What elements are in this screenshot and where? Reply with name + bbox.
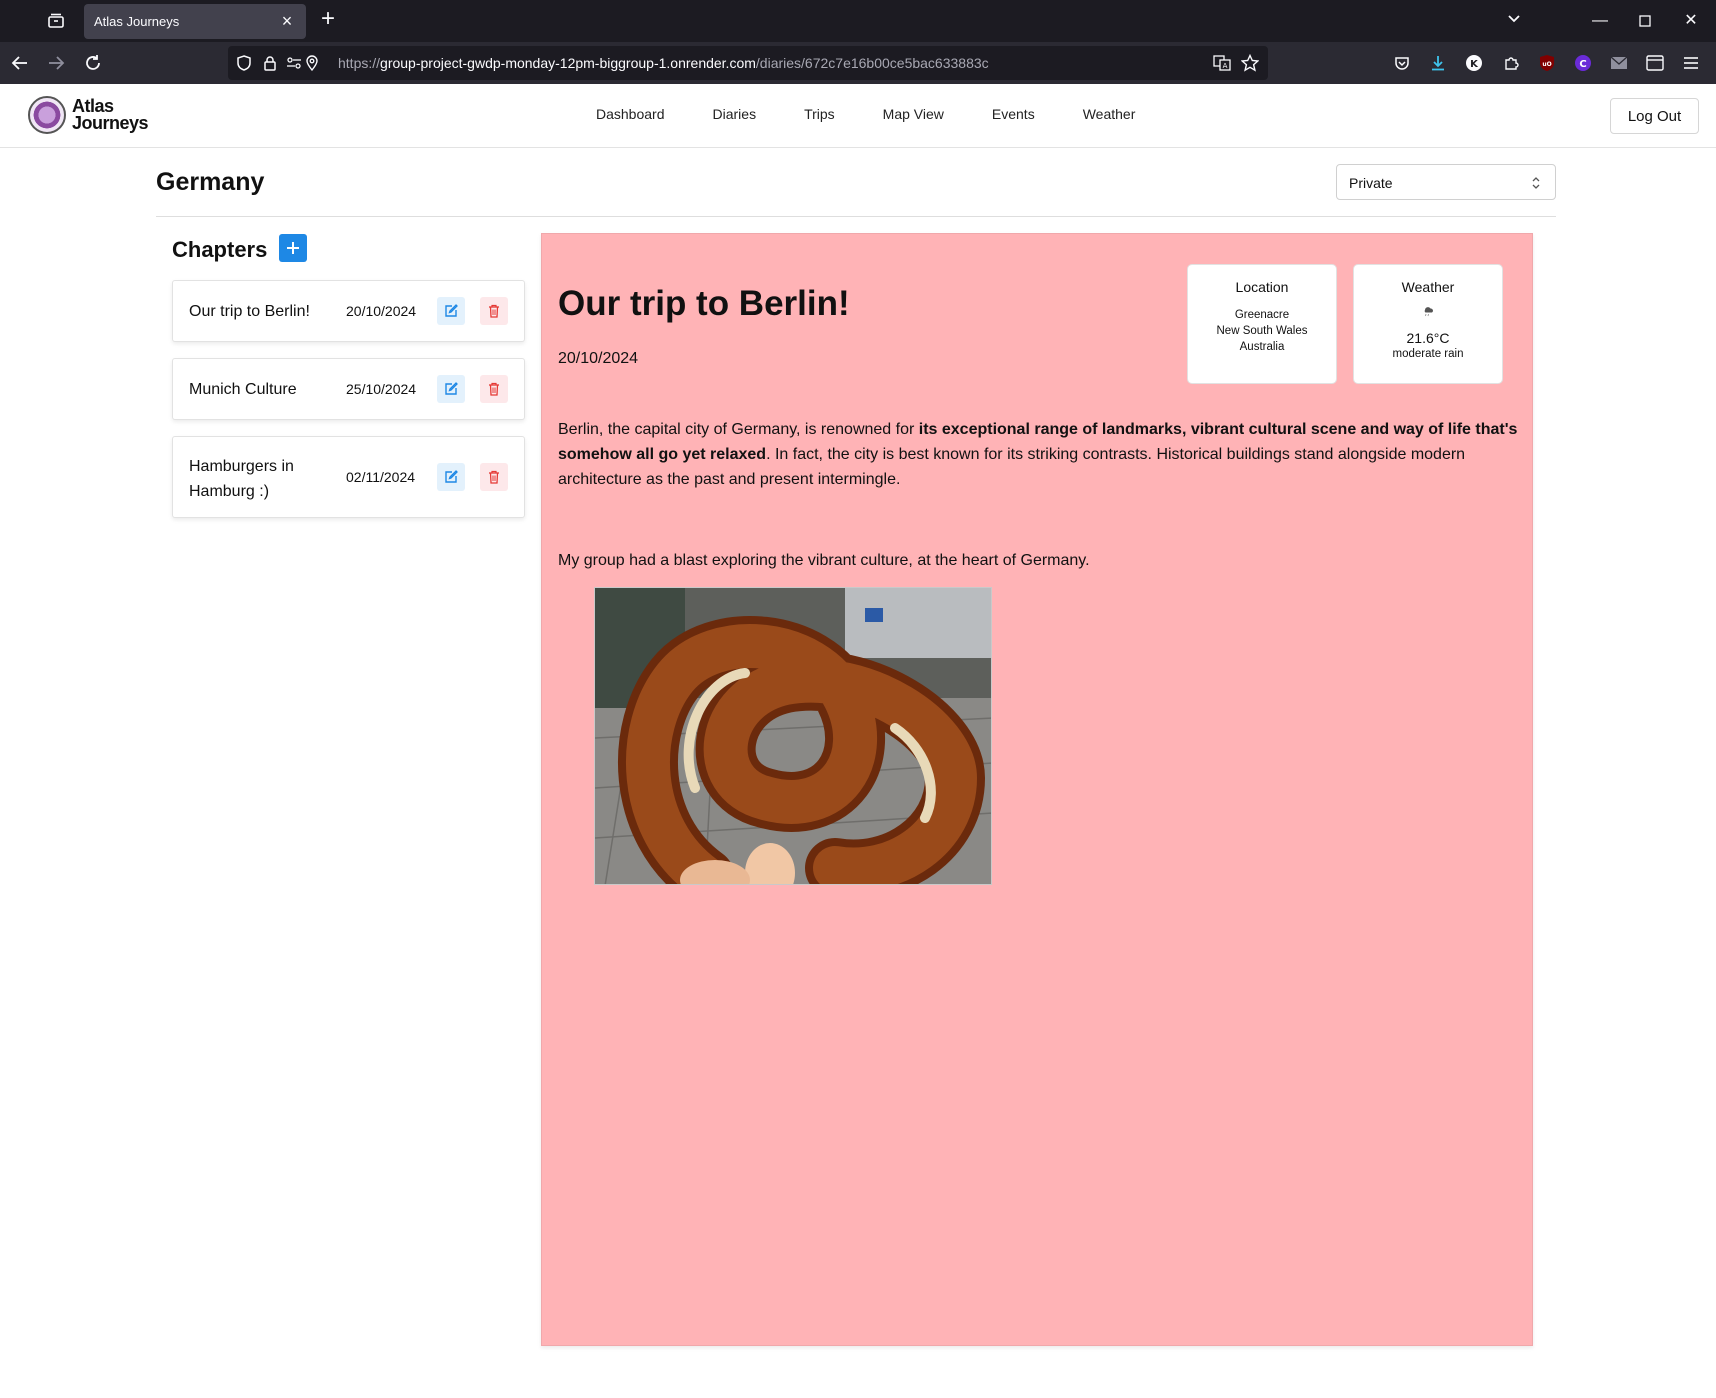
url-scheme: https:// [338, 55, 381, 71]
app-header: Atlas Journeys Dashboard Diaries Trips M… [0, 84, 1716, 148]
downloads-icon[interactable] [1426, 51, 1450, 75]
extensions-puzzle-icon[interactable] [1499, 51, 1523, 75]
svg-text:C: C [1579, 59, 1586, 70]
chapter-name[interactable]: Hamburgers in Hamburg :) [189, 454, 329, 504]
main-nav: Dashboard Diaries Trips Map View Events … [596, 106, 1183, 122]
chapter-paragraph-2: My group had a blast exploring the vibra… [558, 552, 1090, 569]
lock-icon[interactable] [261, 54, 279, 72]
chapter-paragraph-1: Berlin, the capital city of Germany, is … [558, 417, 1518, 492]
chapter-card[interactable]: Our trip to Berlin! 20/10/2024 [172, 280, 525, 342]
translate-icon[interactable]: A [1213, 54, 1231, 72]
nav-map-view[interactable]: Map View [883, 106, 944, 122]
tab-list-chevron-icon[interactable] [1506, 11, 1526, 31]
logo-globe-icon [28, 96, 66, 134]
extension-c-icon[interactable]: C [1571, 51, 1595, 75]
rain-cloud-icon [1424, 307, 1433, 317]
location-state: New South Wales [1216, 325, 1308, 337]
location-country: Australia [1239, 341, 1285, 353]
visibility-value: Private [1349, 175, 1393, 191]
plus-icon [287, 242, 299, 254]
chapter-entry-date: 20/10/2024 [558, 350, 639, 367]
chapter-title: Our trip to Berlin! [558, 284, 850, 323]
mail-icon[interactable] [1607, 51, 1631, 75]
edit-chapter-button[interactable] [437, 463, 465, 491]
nav-trips[interactable]: Trips [804, 106, 835, 122]
back-icon[interactable] [8, 51, 32, 75]
new-tab-icon[interactable]: + [316, 7, 340, 32]
svg-text:uO: uO [1542, 61, 1551, 68]
edit-chapter-button[interactable] [437, 297, 465, 325]
edit-icon [445, 470, 458, 483]
logo-line-2: Journeys [72, 113, 149, 133]
bookmark-star-icon[interactable] [1241, 54, 1259, 72]
chapter-card[interactable]: Munich Culture 25/10/2024 [172, 358, 525, 420]
chapter-date: 02/11/2024 [346, 469, 416, 485]
minimize-window-icon[interactable]: — [1588, 9, 1612, 33]
weather-card: Weather 21.6°C moderate rain [1353, 264, 1503, 384]
browser-nav-bar: https://group-project-gwdp-monday-12pm-b… [0, 42, 1716, 84]
weather-label: Weather [1401, 279, 1455, 295]
pocket-icon[interactable] [1390, 51, 1414, 75]
nav-weather[interactable]: Weather [1083, 106, 1136, 122]
svg-text:K: K [1470, 59, 1479, 70]
tab-groups-icon[interactable] [44, 10, 68, 32]
chapter-date: 25/10/2024 [346, 381, 417, 397]
nav-dashboard[interactable]: Dashboard [596, 106, 665, 122]
url-host: group-project-gwdp-monday-12pm-biggroup-… [380, 55, 756, 71]
nav-diaries[interactable]: Diaries [713, 106, 757, 122]
edit-icon [445, 304, 458, 317]
weather-condition: moderate rain [1392, 348, 1464, 360]
browser-tab[interactable]: Atlas Journeys × [84, 4, 306, 39]
trash-icon [489, 382, 499, 396]
menu-hamburger-icon[interactable] [1679, 51, 1703, 75]
log-out-button[interactable]: Log Out [1610, 98, 1699, 134]
select-chevron-icon [1532, 177, 1540, 189]
visibility-select[interactable]: Private [1336, 164, 1556, 200]
chapter-date: 20/10/2024 [346, 303, 417, 319]
url-path: /diaries/672c7e16b00ce5bac633883c [755, 55, 989, 71]
edit-chapter-button[interactable] [437, 375, 465, 403]
trash-icon [489, 470, 499, 484]
ublock-origin-icon[interactable]: uO [1535, 51, 1559, 75]
close-tab-icon[interactable]: × [278, 12, 296, 30]
maximize-window-icon[interactable] [1633, 9, 1657, 33]
url-text[interactable]: https://group-project-gwdp-monday-12pm-b… [338, 55, 989, 71]
location-suburb: Greenacre [1234, 309, 1290, 321]
header-divider [156, 216, 1556, 217]
extension-k-icon[interactable]: K [1462, 51, 1486, 75]
location-permission-icon[interactable] [303, 54, 321, 72]
delete-chapter-button[interactable] [480, 375, 508, 403]
sidebar-toggle-icon[interactable] [1643, 51, 1667, 75]
delete-chapter-button[interactable] [480, 297, 508, 325]
chapter-name[interactable]: Munich Culture [189, 377, 297, 402]
chapters-heading: Chapters [172, 237, 268, 262]
edit-icon [445, 382, 458, 395]
location-label: Location [1235, 279, 1289, 295]
tracking-protection-icon[interactable] [235, 54, 253, 72]
add-chapter-button[interactable] [279, 234, 307, 262]
chapter-name[interactable]: Our trip to Berlin! [189, 299, 310, 324]
svg-text:A: A [1223, 62, 1228, 70]
url-bar[interactable]: https://group-project-gwdp-monday-12pm-b… [228, 46, 1268, 80]
browser-tab-bar: Atlas Journeys × + — ✕ [0, 0, 1716, 42]
weather-temperature: 21.6°C [1406, 330, 1450, 346]
atlas-journeys-logo[interactable]: Atlas Journeys [28, 96, 149, 134]
chapter-content-panel: Our trip to Berlin! 20/10/2024 Location … [541, 233, 1533, 1346]
tab-title: Atlas Journeys [94, 14, 180, 29]
close-window-icon[interactable]: ✕ [1679, 9, 1703, 33]
location-card: Location Greenacre New South Wales Austr… [1187, 264, 1337, 384]
nav-events[interactable]: Events [992, 106, 1035, 122]
permissions-icon[interactable] [285, 54, 303, 72]
pretzel-photo [594, 587, 992, 885]
chapter-card[interactable]: Hamburgers in Hamburg :) 02/11/2024 [172, 436, 525, 518]
paragraph-1-text-a: Berlin, the capital city of Germany, is … [558, 421, 919, 438]
delete-chapter-button[interactable] [480, 463, 508, 491]
diary-title: Germany [156, 168, 265, 196]
trash-icon [489, 304, 499, 318]
reload-icon[interactable] [81, 51, 105, 75]
forward-icon[interactable] [44, 51, 68, 75]
logo-text: Atlas Journeys [72, 97, 149, 133]
